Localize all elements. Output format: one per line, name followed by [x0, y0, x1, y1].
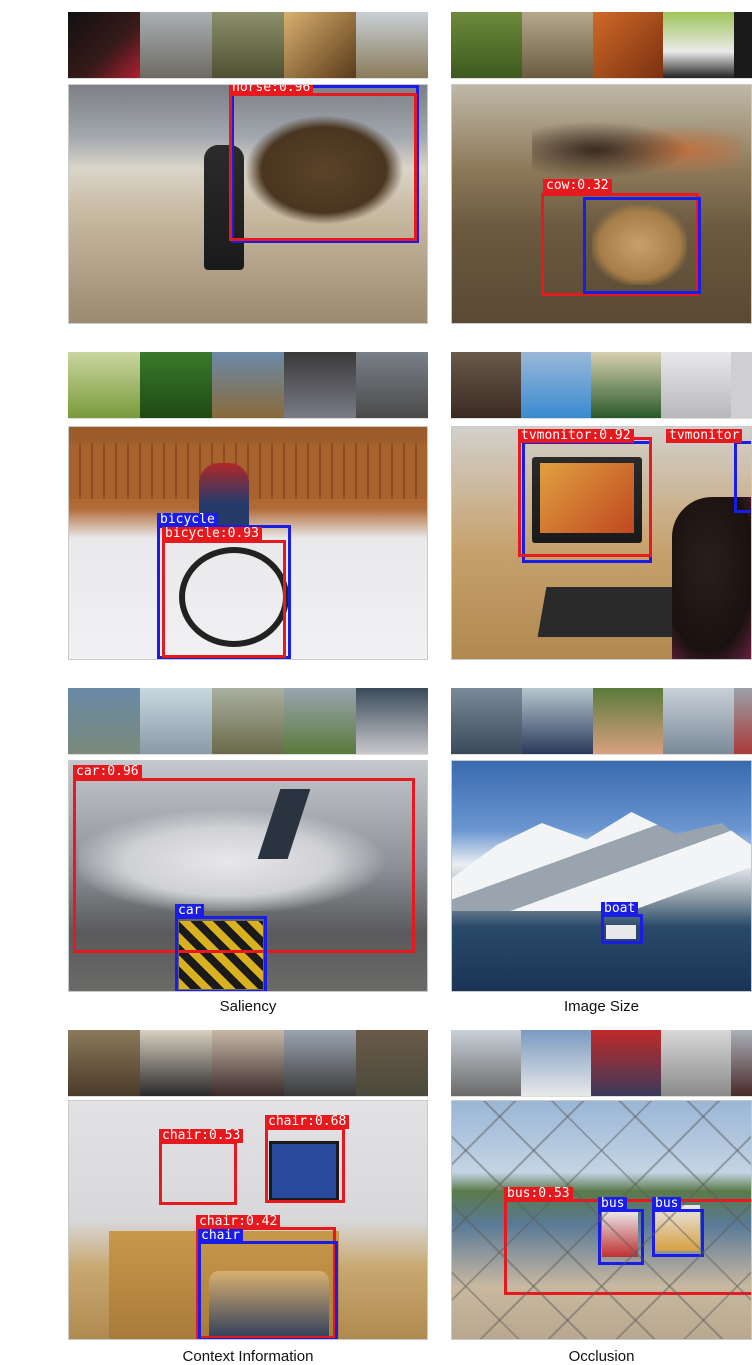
thumbnail [356, 352, 428, 418]
thumbnail [140, 1030, 212, 1096]
detection-box-blue [583, 197, 701, 294]
thumbnail [68, 1030, 140, 1096]
detection-box-red [229, 93, 417, 241]
thumbnail-strip [451, 352, 752, 419]
thumbnail [356, 688, 428, 754]
detection-image: bus:0.53 bus bus [451, 1100, 752, 1340]
thumbnail-strip [451, 688, 752, 755]
detection-label: tvmonitor:0.92 [518, 429, 634, 443]
thumbnail [521, 1030, 591, 1096]
thumbnail [140, 688, 212, 754]
thumbnail [356, 1030, 428, 1096]
thumbnail [521, 688, 593, 754]
caption-saliency: Saliency [219, 998, 277, 1015]
detection-image: horse:0.96 [68, 84, 428, 324]
panel-bus: bus:0.53 bus bus Occlusion [451, 1030, 752, 1365]
detection-label-3: chair:0.42 [196, 1215, 281, 1229]
detection-label-blue: chair [198, 1229, 244, 1243]
detection-label-2: chair:0.68 [265, 1115, 350, 1129]
detection-image: tvmonitor:0.92 tvmonitor [451, 426, 752, 660]
caption-occlusion: Occlusion [568, 1348, 635, 1365]
thumbnail [140, 352, 212, 418]
detection-box-blue [175, 916, 267, 991]
thumbnail [731, 352, 752, 418]
detection-box-blue-2 [734, 441, 751, 513]
detection-box-red-2 [265, 1127, 345, 1203]
detection-image: chair:0.53 chair:0.68 chair:0.42 chair [68, 1100, 428, 1340]
thumbnail [356, 12, 428, 78]
detection-label-red: bicycle:0.93 [162, 527, 262, 541]
thumbnail-strip [451, 12, 752, 79]
thumbnail [521, 12, 593, 78]
thumbnail [734, 12, 752, 78]
thumbnail [284, 352, 356, 418]
detection-label-blue: bicycle [157, 513, 218, 527]
detection-label: cow:0.32 [543, 179, 612, 193]
thumbnail [284, 12, 356, 78]
detection-image: car:0.96 car [68, 760, 428, 992]
thumbnail [661, 1030, 731, 1096]
thumbnail [212, 352, 284, 418]
thumbnail-strip [68, 352, 428, 419]
thumbnail-strip [68, 12, 428, 79]
panel-boat: boat Image Size [451, 688, 752, 1018]
thumbnail [451, 688, 522, 754]
panel-tvmonitor: tvmonitor:0.92 tvmonitor [451, 352, 752, 660]
thumbnail [592, 12, 664, 78]
thumbnail [212, 688, 284, 754]
detection-label-1: chair:0.53 [159, 1129, 244, 1143]
thumbnail [663, 688, 735, 754]
thumbnail [451, 1030, 521, 1096]
panel-car: car:0.96 car Saliency [68, 688, 428, 1018]
detection-label-red: car:0.96 [73, 765, 142, 779]
thumbnail-strip [451, 1030, 752, 1097]
detection-label-blue: car [175, 904, 205, 918]
panel-cow: cow:0.32 [451, 12, 752, 324]
thumbnail [451, 352, 521, 418]
detection-box-red-1 [159, 1141, 237, 1205]
detection-box-red [162, 540, 286, 658]
panel-horse: horse:0.96 [68, 12, 428, 324]
detection-label: boat [601, 902, 639, 916]
thumbnail [68, 688, 140, 754]
fence-shape [452, 1101, 751, 1339]
thumbnail [451, 12, 522, 78]
thumbnail [68, 352, 140, 418]
panel-chair: chair:0.53 chair:0.68 chair:0.42 chair C… [68, 1030, 428, 1365]
thumbnail [521, 352, 591, 418]
thumbnail [68, 12, 140, 78]
thumbnail [591, 352, 661, 418]
detection-label-red: bus:0.53 [504, 1187, 573, 1201]
thumbnail [284, 688, 356, 754]
girl-shape [672, 497, 751, 659]
detection-image: bicycle bicycle:0.93 [68, 426, 428, 660]
thumbnail [284, 1030, 356, 1096]
thumbnail [212, 12, 284, 78]
thumbnail-strip [68, 688, 428, 755]
detection-box-blue [198, 1241, 338, 1339]
thumbnail [731, 1030, 752, 1096]
detection-box-blue [601, 914, 643, 944]
thumbnail [592, 688, 664, 754]
detection-label: horse:0.96 [229, 85, 314, 95]
caption-context-information: Context Information [182, 1348, 314, 1365]
caption-image-size: Image Size [563, 998, 640, 1015]
thumbnail [734, 688, 752, 754]
thumbnail [663, 12, 735, 78]
detection-label-2: tvmonitor [666, 429, 743, 443]
thumbnail [140, 12, 212, 78]
panel-bicycle: bicycle bicycle:0.93 [68, 352, 428, 660]
detection-image: boat [451, 760, 752, 992]
mountain-shape [452, 812, 751, 911]
detection-image: cow:0.32 [451, 84, 752, 324]
detection-label-blue-1: bus [598, 1197, 628, 1211]
thumbnail [591, 1030, 661, 1096]
detection-box-red [518, 437, 652, 557]
thumbnail [661, 352, 731, 418]
thumbnail [212, 1030, 284, 1096]
detection-label-blue-2: bus [652, 1197, 682, 1211]
thumbnail-strip [68, 1030, 428, 1097]
